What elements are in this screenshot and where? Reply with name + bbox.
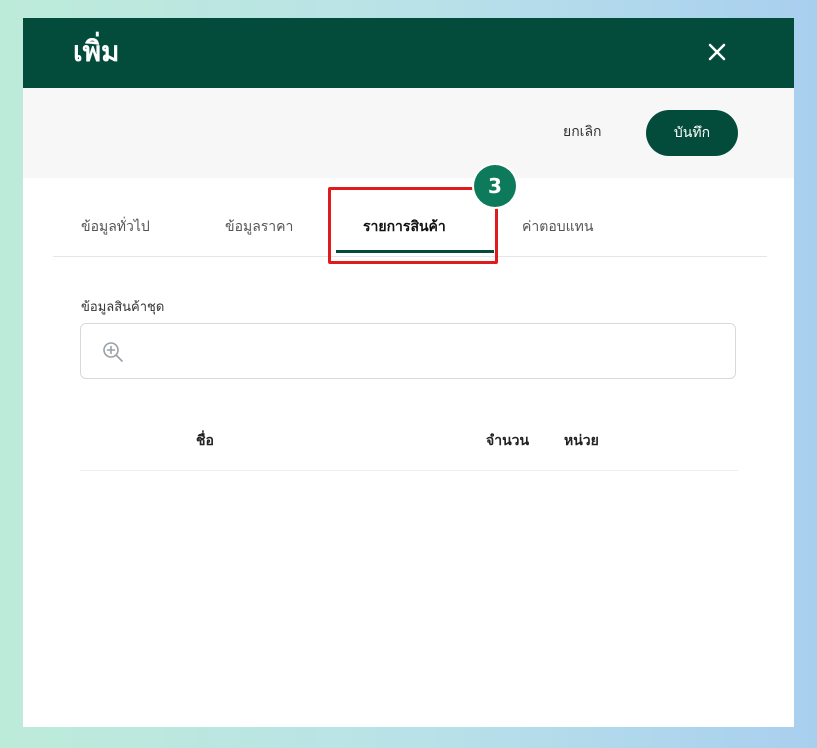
zoom-in-icon — [103, 342, 123, 362]
bundle-search-input[interactable] — [137, 334, 721, 370]
tab-price-info[interactable]: ข้อมูลราคา — [225, 216, 293, 238]
cancel-button[interactable]: ยกเลิก — [563, 121, 602, 143]
bundle-section-label: ข้อมูลสินค้าชุด — [81, 300, 165, 315]
tutorial-highlight-box — [328, 187, 498, 264]
column-unit: หน่วย — [564, 433, 599, 449]
dialog-title: เพิ่ม — [73, 35, 120, 68]
column-quantity: จำนวน — [486, 433, 530, 449]
add-dialog: เพิ่ม ยกเลิก บันทึก ข้อมูลทั่วไป ข้อมูลร… — [23, 18, 794, 727]
action-toolbar: ยกเลิก บันทึก — [23, 88, 794, 178]
save-button[interactable]: บันทึก — [646, 110, 738, 156]
step-badge: 3 — [474, 165, 516, 207]
product-table-header: ชื่อ จำนวน หน่วย — [80, 418, 738, 471]
close-button[interactable] — [700, 35, 734, 69]
close-icon — [708, 43, 726, 61]
dialog-header: เพิ่ม — [23, 18, 794, 88]
column-name: ชื่อ — [196, 433, 214, 449]
bundle-search-box[interactable] — [80, 323, 736, 379]
tab-compensation[interactable]: ค่าตอบแทน — [522, 216, 593, 238]
tab-general-info[interactable]: ข้อมูลทั่วไป — [81, 216, 150, 238]
